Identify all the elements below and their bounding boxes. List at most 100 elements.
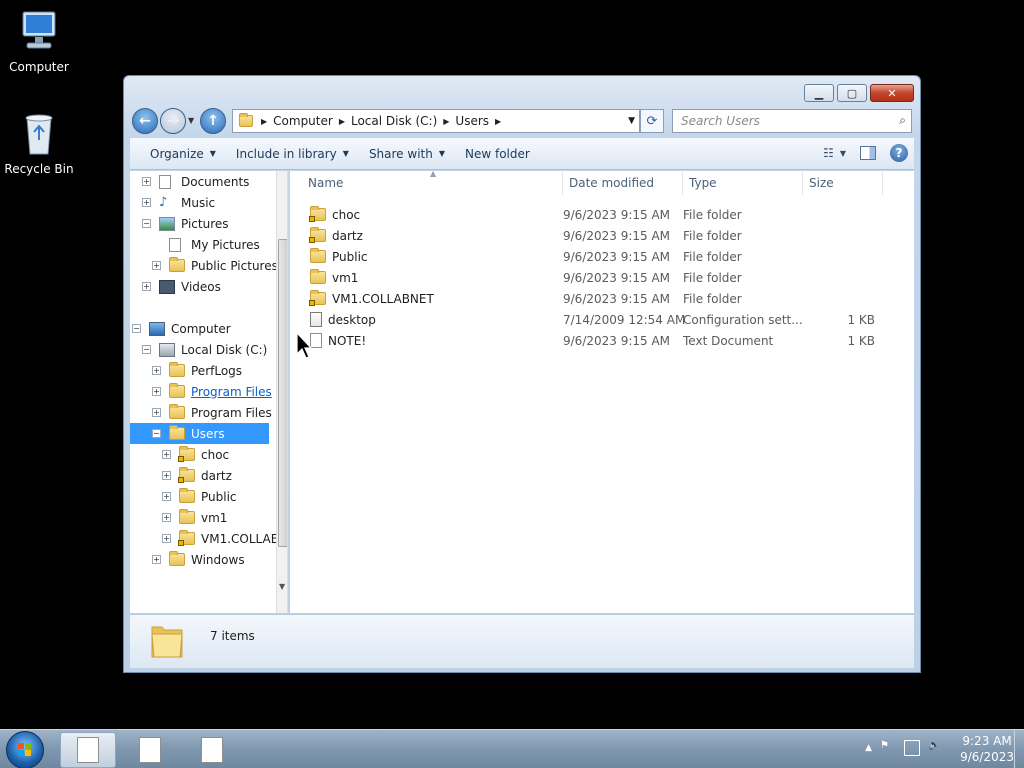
scroll-down-arrow-icon[interactable]: ▼ — [279, 582, 285, 591]
volume-muted-icon[interactable]: 🔈 — [928, 740, 944, 756]
file-date: 9/6/2023 9:15 AM — [563, 291, 671, 306]
tree-item-music[interactable]: + ♪ Music — [142, 192, 215, 213]
document-icon — [201, 737, 223, 763]
close-button[interactable]: ✕ — [870, 84, 914, 102]
tree-item-program-files[interactable]: + Program Files — [152, 381, 272, 402]
expand-icon[interactable]: + — [162, 534, 171, 543]
breadcrumb-local-disk[interactable]: Local Disk (C:) — [351, 114, 437, 128]
taskbar-button-explorer[interactable] — [60, 732, 116, 768]
mouse-cursor-icon — [296, 331, 313, 363]
column-header-name[interactable]: Name — [302, 171, 563, 195]
forward-button[interactable]: → — [160, 108, 186, 134]
collapse-icon[interactable]: − — [152, 429, 161, 438]
breadcrumb-separator-icon[interactable]: ▶ — [261, 117, 267, 126]
expand-icon[interactable]: + — [162, 450, 171, 459]
tree-item-program-files-x86[interactable]: + Program Files ( — [152, 402, 280, 423]
tree-item-local-disk[interactable]: − Local Disk (C:) — [142, 339, 267, 360]
organize-label: Organize — [150, 146, 204, 161]
up-button[interactable]: ↑ — [200, 108, 226, 134]
recent-pages-dropdown[interactable]: ▼ — [188, 116, 194, 125]
breadcrumb-separator-icon[interactable]: ▶ — [339, 117, 345, 126]
tree-item-dartz[interactable]: + dartz — [162, 465, 232, 486]
tree-item-pictures[interactable]: − Pictures — [142, 213, 229, 234]
search-input[interactable]: Search Users ⌕ — [672, 109, 912, 133]
tree-item-users[interactable]: − Users — [130, 423, 269, 444]
breadcrumb-computer[interactable]: Computer — [273, 114, 333, 128]
preview-pane-button[interactable] — [860, 146, 876, 160]
network-icon[interactable] — [904, 740, 920, 756]
expand-icon[interactable]: + — [142, 177, 151, 186]
column-header-size[interactable]: Size — [803, 171, 883, 195]
folder-icon — [169, 424, 185, 441]
expand-icon[interactable]: + — [162, 492, 171, 501]
tree-item-windows[interactable]: + Windows — [152, 549, 245, 570]
tree-item-choc[interactable]: + choc — [162, 444, 229, 465]
tree-item-perflogs[interactable]: + PerfLogs — [152, 360, 242, 381]
file-date: 9/6/2023 9:15 AM — [563, 249, 671, 264]
expand-icon[interactable]: + — [152, 261, 161, 270]
expand-icon[interactable]: + — [152, 366, 161, 375]
file-row-dartz[interactable]: dartz 9/6/2023 9:15 AM File folder — [290, 225, 914, 246]
file-row-vm1-collabnet[interactable]: VM1.COLLABNET 9/6/2023 9:15 AM File fold… — [290, 288, 914, 309]
tree-item-my-pictures[interactable]: My Pictures — [169, 234, 260, 255]
address-bar[interactable]: ▶ Computer ▶ Local Disk (C:) ▶ Users ▶ ▼ — [232, 109, 640, 133]
new-folder-button[interactable]: New folder — [455, 147, 540, 161]
file-row-vm1[interactable]: vm1 9/6/2023 9:15 AM File folder — [290, 267, 914, 288]
expand-icon[interactable]: + — [142, 198, 151, 207]
tree-item-public[interactable]: + Public — [162, 486, 237, 507]
breadcrumb-separator-icon[interactable]: ▶ — [495, 117, 501, 126]
refresh-button[interactable]: ⟳ — [640, 109, 664, 133]
expand-icon[interactable]: + — [152, 387, 161, 396]
desktop-icon-recycle-bin[interactable]: Recycle Bin — [1, 110, 77, 176]
expand-icon[interactable]: + — [162, 471, 171, 480]
share-with-button[interactable]: Share with ▼ — [359, 147, 455, 161]
start-button[interactable] — [6, 731, 44, 768]
include-in-library-button[interactable]: Include in library ▼ — [226, 147, 359, 161]
desktop-icon-computer[interactable]: Computer — [1, 8, 77, 74]
search-icon[interactable]: ⌕ — [899, 113, 906, 128]
expand-icon[interactable]: + — [152, 555, 161, 564]
tree-item-vm1-collabnet[interactable]: + VM1.COLLAE — [162, 528, 278, 549]
expand-icon[interactable]: + — [162, 513, 171, 522]
file-row-choc[interactable]: choc 9/6/2023 9:15 AM File folder — [290, 204, 914, 225]
music-library-icon: ♪ — [159, 194, 168, 210]
file-row-desktop[interactable]: desktop 7/14/2009 12:54 AM Configuration… — [290, 309, 914, 330]
file-row-public[interactable]: Public 9/6/2023 9:15 AM File folder — [290, 246, 914, 267]
change-view-button[interactable]: ☷ ▼ — [823, 146, 846, 160]
pictures-library-icon — [159, 216, 175, 231]
taskbar-button-document[interactable] — [184, 732, 240, 768]
column-header-type[interactable]: Type — [683, 171, 803, 195]
show-hidden-icons-icon[interactable]: ▲ — [865, 743, 872, 753]
breadcrumb-users[interactable]: Users — [455, 114, 489, 128]
clock[interactable]: 9:23 AM 9/6/2023 — [960, 733, 1014, 765]
maximize-button[interactable]: ▢ — [837, 84, 867, 102]
nav-vertical-scrollbar[interactable]: ▼ — [276, 171, 287, 613]
action-center-flag-icon[interactable]: ⚑ — [880, 740, 896, 756]
tree-item-documents[interactable]: + Documents — [142, 171, 249, 192]
chevron-down-icon: ▼ — [839, 148, 846, 158]
column-header-date[interactable]: Date modified — [563, 171, 683, 195]
help-icon[interactable]: ? — [890, 144, 908, 162]
show-desktop-button[interactable] — [1014, 730, 1024, 768]
address-dropdown-icon[interactable]: ▼ — [628, 116, 635, 126]
file-row-note[interactable]: NOTE! 9/6/2023 9:15 AM Text Document 1 K… — [290, 330, 914, 351]
file-type: File folder — [683, 228, 742, 243]
tree-item-videos[interactable]: + Videos — [142, 276, 221, 297]
minimize-button[interactable]: ▁ — [804, 84, 834, 102]
tree-item-vm1[interactable]: + vm1 — [162, 507, 227, 528]
expand-icon[interactable]: + — [152, 408, 161, 417]
collapse-icon[interactable]: − — [132, 324, 141, 333]
collapse-icon[interactable]: − — [142, 345, 151, 354]
back-button[interactable]: ← — [132, 108, 158, 134]
collapse-icon[interactable]: − — [142, 219, 151, 228]
tree-item-public-pictures[interactable]: + Public Pictures — [152, 255, 278, 276]
breadcrumb-separator-icon[interactable]: ▶ — [443, 117, 449, 126]
document-icon — [77, 737, 99, 763]
up-arrow-icon: ↑ — [207, 113, 219, 129]
expand-icon[interactable]: + — [142, 282, 151, 291]
organize-button[interactable]: Organize ▼ — [140, 147, 226, 161]
taskbar-button-document[interactable] — [122, 732, 178, 768]
tree-item-computer[interactable]: − Computer — [132, 318, 231, 339]
tree-item-label: Public — [201, 489, 237, 504]
nav-scroll-thumb[interactable] — [278, 239, 287, 547]
